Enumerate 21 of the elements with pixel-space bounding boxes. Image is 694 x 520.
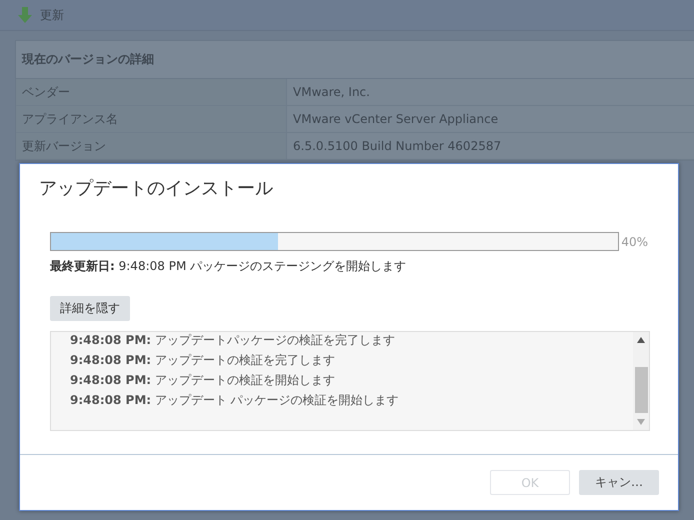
panel-title: 現在のバージョンの詳細 [16,41,694,79]
log-line: 9:48:08 PM: アップデートの検証を完了します [70,352,336,369]
row-value: VMware vCenter Server Appliance [286,106,694,132]
scroll-up-icon[interactable] [637,337,645,343]
row-label: 更新バージョン [21,138,107,154]
log-line: 9:48:08 PM: アップデートパッケージの検証を完了します [70,332,396,349]
dialog-title: アップデートのインストール [39,177,274,201]
status-text: 最終更新日: 9:48:08 PM パッケージのステージングを開始します [50,258,408,275]
scroll-down-icon[interactable] [637,419,645,425]
hide-details-button[interactable]: 詳細を隠す [50,296,130,321]
row-value: 6.5.0.5100 Build Number 4602587 [286,133,694,159]
row-label: アプライアンス名 [21,110,119,128]
row-value: VMware, Inc. [286,79,694,105]
log-line: 9:48:08 PM: アップデート パッケージの検証を開始します [70,392,400,409]
log-line: 9:48:08 PM: アップデートの検証を開始します [70,372,336,389]
cancel-button[interactable]: キャン… [579,470,659,495]
download-arrow-icon [18,7,32,23]
progress-reading: 40% [621,234,648,248]
page-title: 更新 [40,6,64,24]
scrollbar[interactable] [633,332,649,430]
row-label: ベンダー [21,84,71,100]
